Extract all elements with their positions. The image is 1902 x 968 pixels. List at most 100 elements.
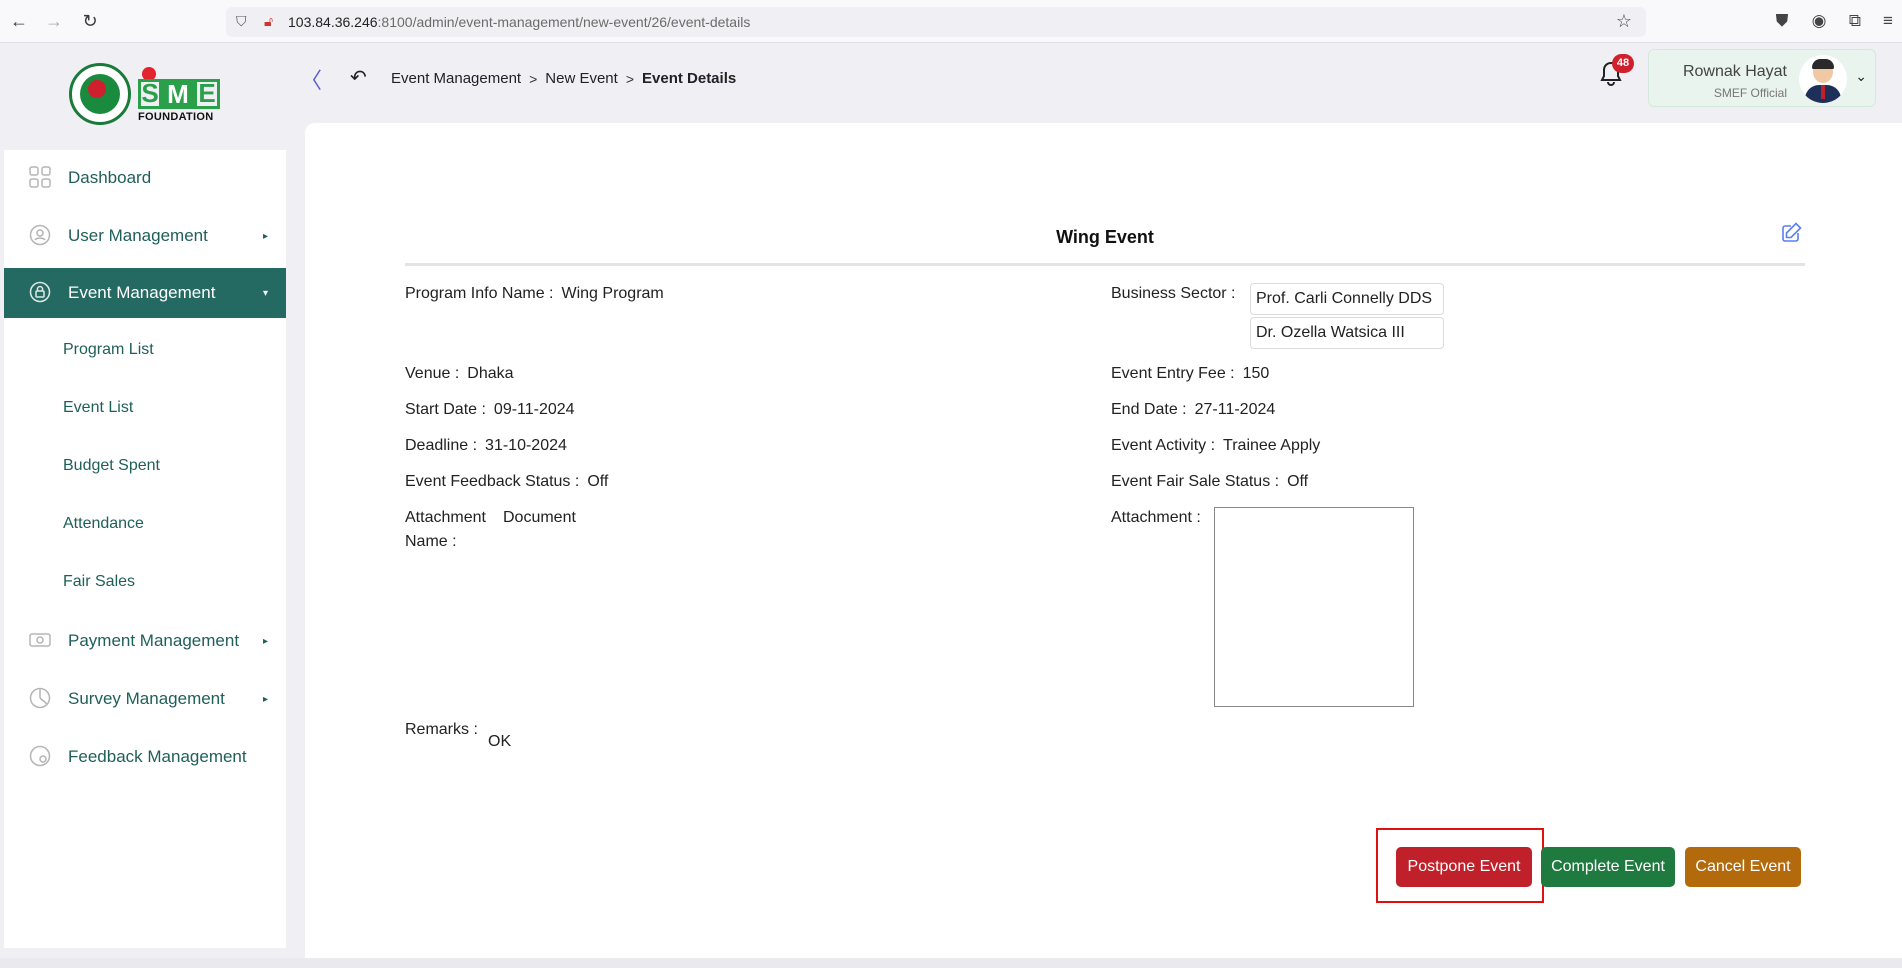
event-details-card: Wing Event Program Info Name : Wing Progr… — [305, 123, 1902, 958]
business-sector-label: Business Sector : — [1111, 285, 1236, 302]
sidebar-item-label: Payment Management — [68, 631, 240, 650]
sidebar-subitem-event-list[interactable]: Event List — [63, 399, 133, 429]
sidebar-subitem-budget-spent[interactable]: Budget Spent — [63, 457, 160, 487]
lock-circle-icon — [28, 281, 52, 305]
user-role: SMEF Official — [1713, 86, 1787, 100]
user-profile-menu[interactable]: Rownak Hayat SMEF Official ⌄ — [1648, 49, 1876, 107]
bookmark-star-icon[interactable]: ☆ — [1616, 11, 1632, 32]
program-info-name-field: Program Info Name : Wing Program — [405, 285, 664, 303]
chevron-down-icon[interactable]: ⌄ — [1855, 68, 1867, 85]
sidebar-subitem-program-list[interactable]: Program List — [63, 341, 154, 371]
event-activity-label: Event Activity : — [1111, 437, 1216, 454]
chevron-right-icon: > — [529, 70, 538, 87]
undo-back-icon[interactable]: ↶ — [350, 65, 367, 90]
sidebar-subitem-fair-sales[interactable]: Fair Sales — [63, 573, 135, 603]
sidebar-item-event-management[interactable]: Event Management ▾ — [4, 268, 286, 318]
breadcrumb-event-details: Event Details — [642, 70, 737, 87]
attachment-label: Attachment : — [1111, 509, 1201, 526]
remarks-value: OK — [488, 733, 512, 750]
money-icon — [28, 629, 52, 653]
breadcrumb: Event Management > New Event > Event Det… — [391, 70, 736, 87]
back-arrow-icon[interactable]: ← — [9, 11, 29, 31]
entry-fee-field: Event Entry Fee : 150 — [1111, 365, 1269, 383]
event-activity-field: Event Activity : Trainee Apply — [1111, 437, 1320, 455]
page-bottom-strip — [0, 958, 1902, 968]
caret-right-icon: ▸ — [262, 693, 268, 705]
end-date-value: 27-11-2024 — [1194, 401, 1276, 418]
start-date-label: Start Date : — [405, 401, 486, 418]
sidebar-item-payment-management[interactable]: Payment Management ▸ — [4, 616, 286, 666]
avatar — [1799, 55, 1847, 103]
feedback-status-label: Event Feedback Status : — [405, 473, 580, 490]
sidebar-item-label: User Management — [68, 226, 208, 245]
shield-icon: ⛉ — [236, 13, 247, 29]
logo-foundation-text: FOUNDATION — [138, 111, 214, 123]
caret-right-icon: ▸ — [262, 230, 268, 242]
feedback-status-value: Off — [587, 473, 609, 490]
notification-count-badge: 48 — [1612, 54, 1634, 73]
event-title: Wing Event — [1056, 227, 1154, 247]
sidebar-item-feedback-management[interactable]: Feedback Management — [4, 732, 286, 782]
deadline-field: Deadline : 31-10-2024 — [405, 437, 567, 455]
address-bar[interactable]: ⛉ 🔓︎ 103.84.36.246:8100/admin/event-mana… — [226, 7, 1646, 37]
sidebar-item-label: Feedback Management — [68, 747, 247, 766]
start-date-value: 09-11-2024 — [493, 401, 575, 418]
caret-down-icon: ▾ — [262, 287, 268, 299]
chevron-right-icon: > — [625, 70, 634, 87]
remarks-label: Remarks : — [405, 721, 478, 738]
attachment-preview[interactable] — [1214, 507, 1414, 707]
reload-icon[interactable]: ↻ — [80, 11, 100, 31]
url-host: 103.84.36.246 — [288, 14, 378, 30]
deadline-label: Deadline : — [405, 437, 478, 454]
caret-right-icon: ▸ — [262, 635, 268, 647]
title-divider — [405, 263, 1805, 266]
fair-sale-status-label: Event Fair Sale Status : — [1111, 473, 1280, 490]
program-info-name-value: Wing Program — [561, 285, 664, 302]
end-date-field: End Date : 27-11-2024 — [1111, 401, 1275, 419]
sidebar-subitem-attendance[interactable]: Attendance — [63, 515, 144, 545]
forward-arrow-icon[interactable]: → — [44, 11, 64, 31]
account-icon[interactable]: ◉ — [1809, 11, 1829, 31]
menu-icon[interactable]: ≡ — [1878, 11, 1898, 31]
sme-foundation-logo[interactable]: SME FOUNDATION — [66, 63, 226, 129]
pocket-icon[interactable]: ⛊ — [1772, 11, 1792, 31]
postpone-event-button[interactable]: Postpone Event — [1396, 847, 1532, 887]
sidebar-item-label: Survey Management — [68, 689, 225, 708]
venue-field: Venue : Dhaka — [405, 365, 514, 383]
start-date-field: Start Date : 09-11-2024 — [405, 401, 575, 419]
sidebar: Dashboard User Management ▸ Event Manage… — [4, 150, 286, 948]
attachment-name-label-line1: Attachment — [405, 509, 486, 526]
venue-label: Venue : — [405, 365, 460, 382]
extensions-icon[interactable]: ⧉ — [1845, 11, 1865, 31]
breadcrumb-new-event[interactable]: New Event — [545, 70, 618, 87]
deadline-value: 31-10-2024 — [485, 437, 567, 454]
entry-fee-value: 150 — [1242, 365, 1270, 382]
app-header: SME FOUNDATION 〈 ↶ Event Management > Ne… — [0, 43, 1902, 125]
sidebar-item-dashboard[interactable]: Dashboard — [4, 153, 286, 203]
cancel-event-button[interactable]: Cancel Event — [1685, 847, 1801, 887]
sidebar-item-label: Event Management — [68, 283, 216, 302]
shield-user-icon — [28, 224, 52, 248]
pie-chart-icon — [28, 687, 52, 711]
attachment-name-label-line2: Name : — [405, 533, 457, 550]
complete-event-button[interactable]: Complete Event — [1541, 847, 1675, 887]
insecure-lock-icon: 🔓︎ — [264, 13, 274, 29]
edit-icon[interactable] — [1781, 221, 1803, 249]
fair-sale-status-value: Off — [1287, 473, 1309, 490]
sidebar-collapse-icon[interactable]: 〈 — [300, 63, 322, 95]
business-sector-chip: Dr. Ozella Watsica III — [1250, 317, 1444, 349]
attachment-name-value: Document — [503, 509, 576, 526]
end-date-label: End Date : — [1111, 401, 1187, 418]
url-text: 103.84.36.246:8100/admin/event-managemen… — [288, 14, 750, 30]
feedback-status-field: Event Feedback Status : Off — [405, 473, 608, 491]
breadcrumb-event-management[interactable]: Event Management — [391, 70, 521, 87]
feedback-icon — [28, 745, 52, 769]
sidebar-item-user-management[interactable]: User Management ▸ — [4, 211, 286, 261]
sidebar-item-label: Dashboard — [68, 168, 152, 187]
browser-toolbar: ← → ↻ ⛉ 🔓︎ 103.84.36.246:8100/admin/even… — [0, 0, 1902, 43]
entry-fee-label: Event Entry Fee : — [1111, 365, 1235, 382]
event-activity-value: Trainee Apply — [1223, 437, 1321, 454]
program-info-name-label: Program Info Name : — [405, 285, 554, 302]
fair-sale-status-field: Event Fair Sale Status : Off — [1111, 473, 1308, 491]
sidebar-item-survey-management[interactable]: Survey Management ▸ — [4, 674, 286, 724]
